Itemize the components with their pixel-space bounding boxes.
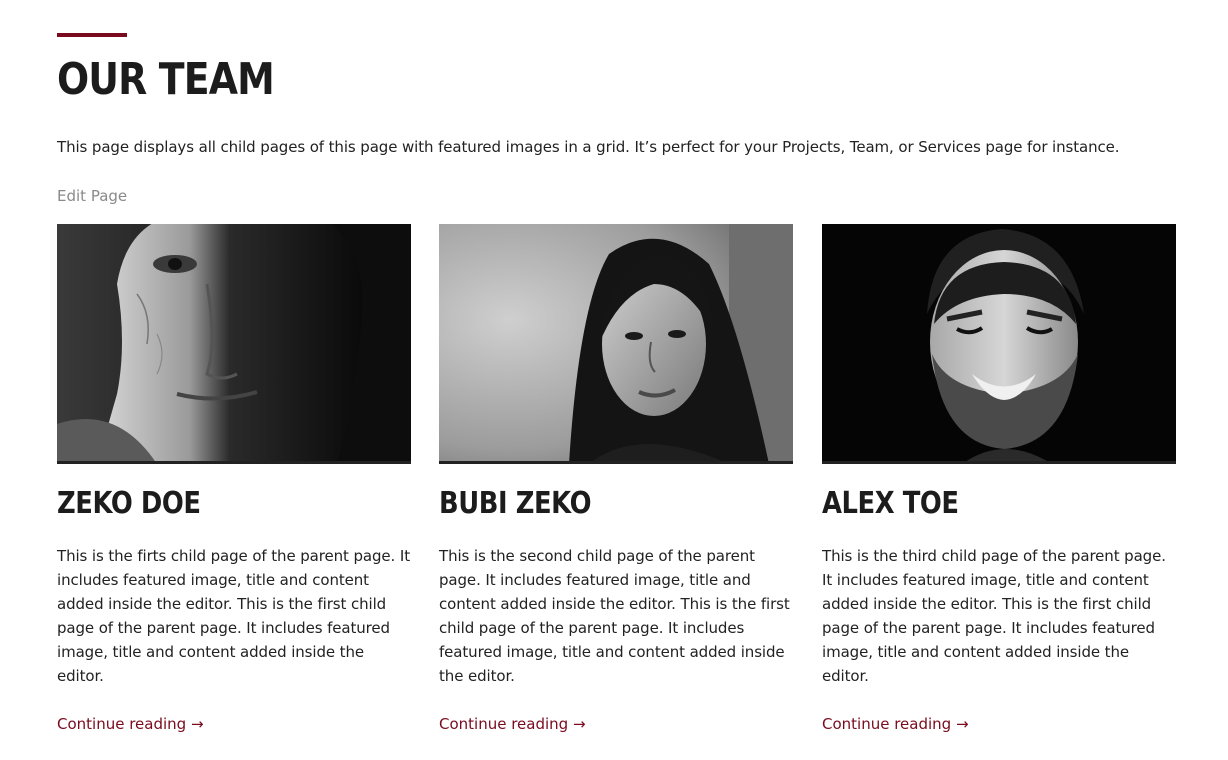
team-member-photo[interactable] — [57, 224, 411, 464]
team-member-name[interactable]: ALEX TOE — [822, 486, 959, 522]
page-title: OUR TEAM — [57, 54, 275, 105]
team-card: ZEKO DOE This is the firts child page of… — [57, 224, 411, 733]
continue-reading-link[interactable]: Continue reading → — [57, 712, 204, 736]
edit-page-link[interactable]: Edit Page — [57, 185, 127, 207]
team-member-photo[interactable] — [822, 224, 1176, 464]
team-card: ALEX TOE This is the third child page of… — [822, 224, 1176, 733]
team-member-name[interactable]: BUBI ZEKO — [439, 486, 592, 522]
title-accent-rule — [57, 33, 127, 37]
portrait-image — [57, 224, 411, 461]
continue-reading-link[interactable]: Continue reading → — [822, 712, 969, 736]
team-member-name[interactable]: ZEKO DOE — [57, 486, 201, 522]
team-member-description: This is the firts child page of the pare… — [57, 547, 410, 685]
continue-reading-link[interactable]: Continue reading → — [439, 712, 586, 736]
team-card: BUBI ZEKO This is the second child page … — [439, 224, 793, 733]
team-member-photo[interactable] — [439, 224, 793, 464]
page-intro: This page displays all child pages of th… — [57, 138, 1120, 156]
team-member-description: This is the third child page of the pare… — [822, 547, 1166, 685]
portrait-image — [439, 224, 793, 461]
team-member-description: This is the second child page of the par… — [439, 547, 790, 685]
portrait-image — [822, 224, 1176, 461]
